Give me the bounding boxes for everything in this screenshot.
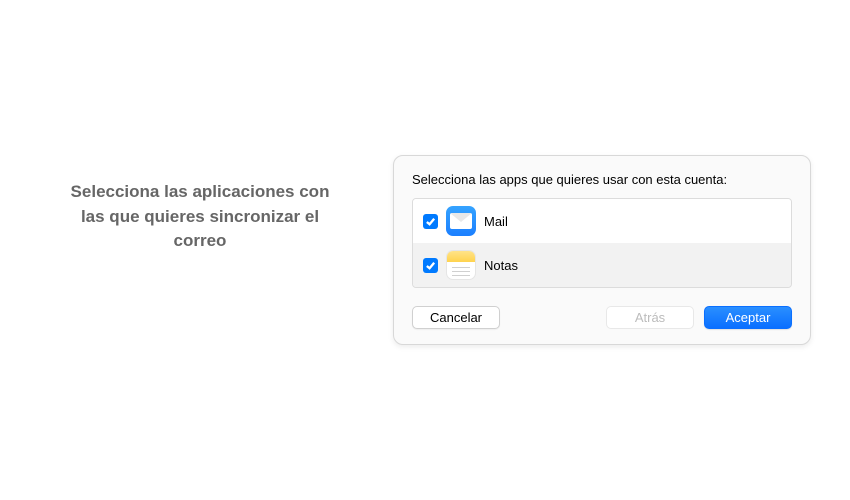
checkbox-notes[interactable]: [423, 258, 438, 273]
app-row-mail[interactable]: Mail: [413, 199, 791, 243]
instruction-text: Selecciona las aplicaciones con las que …: [70, 180, 330, 254]
checkbox-mail[interactable]: [423, 214, 438, 229]
app-row-notes[interactable]: Notas: [413, 243, 791, 287]
app-list: Mail Notas: [412, 198, 792, 288]
cancel-button[interactable]: Cancelar: [412, 306, 500, 329]
back-button: Atrás: [606, 306, 694, 329]
notes-icon: [446, 250, 476, 280]
accept-button[interactable]: Aceptar: [704, 306, 792, 329]
button-row: Cancelar Atrás Aceptar: [412, 306, 792, 329]
check-icon: [425, 260, 436, 271]
check-icon: [425, 216, 436, 227]
account-apps-dialog: Selecciona las apps que quieres usar con…: [393, 155, 811, 345]
dialog-title: Selecciona las apps que quieres usar con…: [412, 172, 792, 187]
mail-icon: [446, 206, 476, 236]
app-label-notes: Notas: [484, 258, 518, 273]
app-label-mail: Mail: [484, 214, 508, 229]
